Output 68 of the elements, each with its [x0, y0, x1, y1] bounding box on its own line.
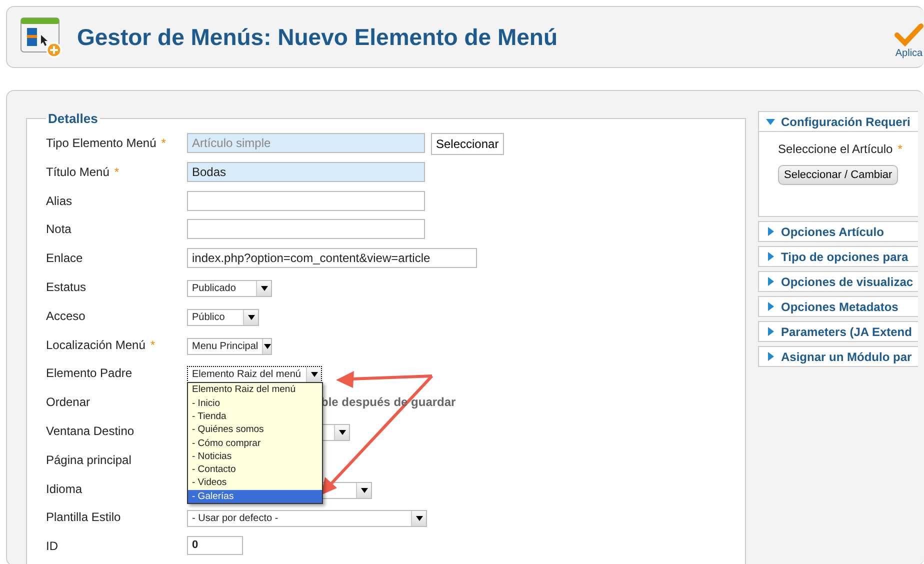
field-label: Acceso — [46, 308, 86, 323]
field-label: ID — [46, 539, 58, 554]
fieldset-legend: Detalles — [46, 111, 100, 126]
field-label: Nota — [46, 222, 72, 236]
caret-right-icon — [766, 277, 775, 286]
panel-header[interactable]: Opciones de visualizac — [759, 272, 918, 291]
required-mark: * — [150, 338, 156, 352]
select-button[interactable]: Seleccionar — [431, 133, 504, 155]
caret-icon — [416, 516, 422, 522]
page-title: Gestor de Menús: Nuevo Elemento de Menú — [77, 24, 558, 50]
checkmark-icon — [894, 22, 924, 48]
caret-icon — [264, 344, 271, 349]
text-field[interactable] — [187, 219, 425, 240]
field-label: Estatus — [46, 280, 86, 294]
field-label: Página principal — [46, 452, 132, 467]
caret-right-icon — [766, 327, 775, 336]
field-label: Título Menú — [46, 164, 110, 179]
field-label: Elemento Padre — [46, 366, 132, 380]
field-label: Seleccione el Artículo — [778, 142, 893, 156]
dropdown-option[interactable]: - Quiénes somos — [188, 423, 322, 437]
caret-icon — [248, 314, 254, 320]
menu-manager-icon — [19, 15, 63, 59]
required-mark: * — [898, 142, 902, 156]
id-field: 0 — [187, 536, 243, 556]
field-label: Tipo Elemento Menú — [46, 136, 156, 150]
caret-icon — [338, 430, 346, 435]
caret-right-icon — [766, 352, 775, 361]
caret-right-icon — [766, 252, 775, 261]
dropdown-option[interactable]: - Videos — [188, 476, 322, 490]
select-field[interactable]: Público — [187, 308, 259, 326]
field-label: Localización Menú — [46, 338, 146, 352]
required-mark: * — [161, 136, 166, 150]
select-field[interactable]: Elemento Raiz del menú — [187, 366, 322, 384]
panel-header[interactable]: Opciones Artículo — [759, 222, 918, 241]
field-label: Idioma — [46, 482, 82, 496]
caret-right-icon — [766, 302, 775, 311]
panel-header[interactable]: Parameters (JA Extend — [759, 322, 918, 341]
panel-header[interactable]: Tipo de opciones para — [759, 247, 918, 266]
field-label: Ventana Destino — [46, 424, 134, 438]
required-mark: * — [114, 164, 120, 179]
field-label: Enlace — [46, 251, 83, 266]
select-field[interactable]: Publicado — [187, 280, 272, 297]
field-label: Ordenar — [46, 395, 90, 410]
select-field[interactable]: Menu Principal — [187, 338, 272, 355]
caret-down-icon — [766, 117, 775, 126]
dropdown-option[interactable]: - Contacto — [188, 463, 322, 476]
panel-header[interactable]: Asignar un Módulo par — [759, 347, 918, 366]
dropdown-option[interactable]: - Inicio — [188, 396, 322, 410]
panel-header[interactable]: Opciones Metadatos — [759, 297, 918, 316]
select-field[interactable]: - Usar por defecto - — [187, 510, 427, 528]
dropdown-option[interactable]: - Galerías — [188, 490, 322, 504]
select-change-button[interactable]: Seleccionar / Cambiar — [778, 165, 898, 185]
dropdown-option[interactable]: - Noticias — [188, 450, 322, 464]
text-field[interactable]: Bodas — [187, 162, 425, 182]
caret-icon — [360, 488, 368, 493]
link-field[interactable]: index.php?option=com_content&view=article — [187, 248, 477, 268]
dropdown-option[interactable]: Elemento Raiz del menú — [188, 383, 322, 397]
caret-icon — [260, 286, 268, 291]
caret-icon — [310, 372, 318, 378]
field-label: Alias — [46, 194, 72, 208]
text-field[interactable] — [187, 190, 425, 211]
dropdown-option[interactable]: - Tienda — [188, 410, 322, 424]
caret-right-icon — [766, 227, 775, 236]
dropdown-option[interactable]: - Cómo comprar — [188, 436, 322, 450]
menu-type-field: Artículo simple — [187, 133, 425, 153]
apply-button[interactable]: Aplica — [894, 16, 924, 58]
field-label: Plantilla Estilo — [46, 510, 121, 524]
panel-header[interactable]: Configuración Requeri — [759, 112, 918, 131]
